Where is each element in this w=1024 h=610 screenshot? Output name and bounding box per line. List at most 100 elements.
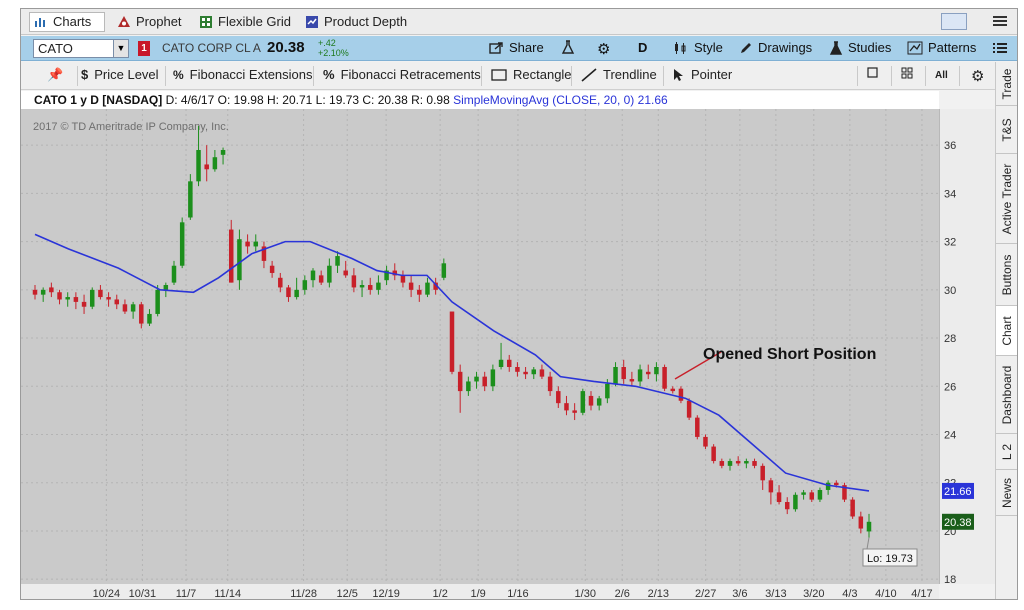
link-badge[interactable]: 1 [138, 41, 150, 56]
copyright-text: 2017 © TD Ameritrade IP Company, Inc. [33, 121, 229, 133]
tab-flexible-grid[interactable]: Flexible Grid [199, 12, 291, 32]
price-level-label: Price Level [94, 67, 159, 82]
candle-body [359, 285, 365, 288]
side-tab-level2[interactable]: L 2 [996, 434, 1017, 470]
candle-body [32, 289, 38, 295]
date-tick-label: 11/14 [214, 588, 241, 600]
candle-body [678, 388, 684, 401]
share-icon [489, 41, 503, 54]
candle-body [719, 461, 725, 466]
candle-body [147, 313, 152, 324]
tab-product-depth[interactable]: Product Depth [305, 12, 407, 32]
price-tick-label: 30 [944, 285, 956, 297]
divider [313, 66, 314, 86]
date-axis[interactable]: 10/24 10/31 11/7 11/14 11/28 12/5 12/19 1/2 1/9 1… [21, 584, 939, 600]
symbar-menu-icon[interactable] [993, 42, 1007, 60]
candle-body [760, 465, 765, 481]
single-layout-button[interactable] [867, 67, 878, 78]
candle-body [449, 311, 455, 372]
side-tab-trade[interactable]: Trade [996, 62, 1017, 106]
pencil-icon [741, 42, 751, 53]
candle-body [629, 379, 635, 382]
date-tick-label: 2/27 [695, 588, 716, 600]
tab-prophet[interactable]: Prophet [117, 12, 182, 32]
symbol-input[interactable]: CATO [33, 39, 123, 58]
candle-body [376, 282, 381, 290]
pin-button[interactable]: 📌 [47, 67, 63, 83]
candle-body [817, 489, 823, 500]
candle-body [40, 289, 46, 295]
rectangle-button[interactable]: Rectangle [491, 67, 572, 82]
settings-button[interactable]: ⚙ [597, 40, 610, 58]
symbol-dropdown-button[interactable]: ▼ [113, 39, 129, 58]
tab-prophet-label: Prophet [136, 14, 182, 29]
tab-charts[interactable]: Charts [29, 12, 105, 32]
candle-body [269, 265, 275, 273]
candle-body [81, 301, 87, 307]
flask-icon [561, 40, 575, 54]
side-tab-active-trader[interactable]: Active Trader [996, 154, 1017, 244]
all-button[interactable]: All [935, 70, 948, 81]
candle-body [466, 381, 471, 392]
price-tick-label: 24 [944, 430, 956, 442]
candle-body [122, 304, 128, 312]
candle-body [474, 376, 479, 382]
side-tab-label: News [1000, 477, 1014, 508]
date-tick-label: 4/17 [911, 588, 932, 600]
tab-flexible-grid-label: Flexible Grid [218, 14, 291, 29]
candle-body [335, 256, 340, 266]
workspace-tab-bar: Charts Prophet Flexible Grid Product Dep… [21, 9, 1017, 35]
fib-retracements-button[interactable]: % Fibonacci Retracements [323, 67, 481, 82]
price-tick-label: 28 [944, 333, 956, 345]
aggregation-button[interactable]: D [638, 40, 647, 55]
date-tick-label: 2/13 [648, 588, 669, 600]
sma-price-marker-label: 21.66 [944, 486, 972, 498]
side-tab-strip: Trade T&S Active Trader Buttons Chart Da… [995, 62, 1017, 599]
flask-button[interactable] [561, 40, 575, 54]
toolbar-settings-button[interactable]: ⚙ [971, 67, 984, 85]
trendline-button[interactable]: Trendline [581, 67, 657, 82]
square-icon [867, 67, 878, 78]
layout-button[interactable] [941, 13, 967, 30]
price-axis[interactable]: 3634323028262422201821.6620.38 [939, 109, 995, 586]
drawings-button[interactable]: Drawings [739, 40, 812, 55]
fib-retracements-label: Fibonacci Retracements [340, 67, 481, 82]
fib-extensions-button[interactable]: % Fibonacci Extensions [173, 67, 313, 82]
side-tab-news[interactable]: News [996, 470, 1017, 516]
candle-body [801, 492, 806, 495]
candle-body [179, 222, 185, 266]
candle-body [686, 400, 692, 418]
patterns-button[interactable]: Patterns [907, 40, 976, 55]
style-button[interactable]: Style [673, 40, 723, 55]
price-level-button[interactable]: $ Price Level [81, 67, 159, 82]
candle-body [744, 461, 749, 464]
price-tick-label: 18 [944, 574, 956, 584]
side-tab-time-and-sales[interactable]: T&S [996, 106, 1017, 154]
divider [663, 66, 664, 86]
pointer-label: Pointer [691, 67, 733, 82]
candle-body [850, 499, 855, 517]
candle-body [670, 388, 676, 392]
studies-button[interactable]: Studies [829, 40, 891, 55]
last-price: 20.38 [267, 39, 305, 56]
candle-body [351, 275, 357, 288]
chart-canvas[interactable]: 2017 © TD Ameritrade IP Company, Inc. Ope… [21, 109, 939, 584]
product-depth-icon [306, 16, 318, 28]
menu-icon[interactable] [993, 14, 1007, 33]
gear-icon: ⚙ [597, 41, 611, 58]
candle-body [662, 366, 667, 389]
grid-layout-button[interactable] [901, 67, 913, 79]
price-axis-canvas: 3634323028262422201821.6620.38 [942, 140, 974, 586]
share-button[interactable]: Share [489, 40, 544, 55]
pointer-button[interactable]: Pointer [673, 67, 732, 82]
date-tick-label: 1/9 [470, 588, 485, 600]
rectangle-label: Rectangle [513, 67, 572, 82]
side-tab-label: T&S [1000, 117, 1014, 142]
study-value: 21.66 [637, 93, 668, 107]
candle-body [220, 149, 226, 155]
side-tab-chart[interactable]: Chart [996, 306, 1017, 356]
side-tab-dashboard[interactable]: Dashboard [996, 356, 1017, 434]
pin-icon: 📌 [47, 67, 64, 82]
side-tab-buttons[interactable]: Buttons [996, 244, 1017, 306]
price-chart[interactable]: 2017 © TD Ameritrade IP Company, Inc. Ope… [21, 109, 939, 584]
